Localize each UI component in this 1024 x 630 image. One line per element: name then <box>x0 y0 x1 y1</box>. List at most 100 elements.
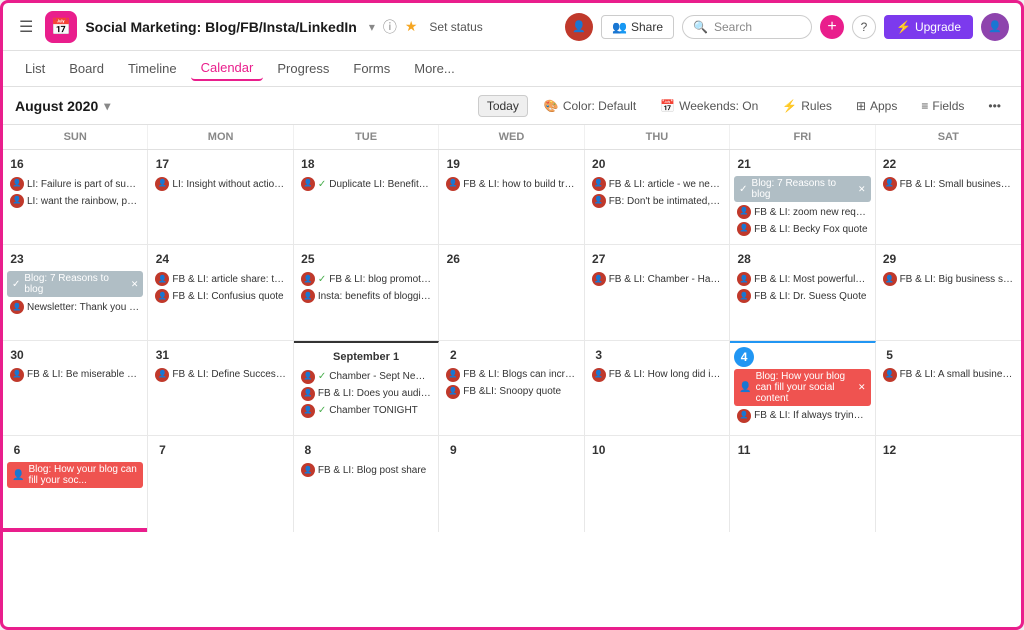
color-toggle[interactable]: 🎨 Color: Default <box>536 96 644 116</box>
close-icon-23[interactable]: ✕ <box>131 279 139 290</box>
event[interactable]: 👤 FB & LI: zoom new requirements <box>734 204 870 220</box>
event[interactable]: 👤 FB & LI: If always trying to be normal… <box>734 408 870 424</box>
event[interactable]: 👤 FB &LI: Snoopy quote <box>443 384 579 400</box>
calendar-body: 16 👤 LI: Failure is part of success. 👤 L… <box>3 150 1021 627</box>
apps-icon: ⊞ <box>856 99 866 113</box>
event[interactable]: 👤 Newsletter: Thank you to Janan -... <box>7 299 143 315</box>
span-event-text-fill: Blog: How your blog can fill your social… <box>756 371 854 404</box>
cal-cell-18: 18 👤 ✓ Duplicate LI: Benefits of an edit… <box>294 150 439 244</box>
event[interactable]: 👤 FB: Don't be intimated, do thing... <box>589 193 725 209</box>
event[interactable]: 👤 FB & LI: Define Success on Your o... <box>152 367 288 383</box>
event[interactable]: 👤 FB & LI: Be miserable or motivate your… <box>7 367 143 383</box>
hamburger-icon[interactable]: ☰ <box>15 13 37 41</box>
cal-cell-26: 26 <box>439 245 584 339</box>
event[interactable]: 👤 LI: Failure is part of success. <box>7 176 143 192</box>
month-chevron-icon[interactable]: ▾ <box>104 99 110 113</box>
event[interactable]: 👤 FB & LI: How long did it take you to..… <box>589 367 725 383</box>
share-button[interactable]: 👥 Share <box>601 15 674 39</box>
event-text: LI: want the rainbow, put up with the ra… <box>27 195 140 208</box>
event[interactable]: 👤 ✓ Chamber TONIGHT <box>298 403 434 419</box>
nav-timeline[interactable]: Timeline <box>118 57 187 80</box>
event[interactable]: 👤 ✓ Duplicate LI: Benefits of an editori… <box>298 176 434 192</box>
cal-row-3: 30 👤 FB & LI: Be miserable or motivate y… <box>3 341 1021 436</box>
event[interactable]: 👤 FB & LI: Does you audience know... <box>298 386 434 402</box>
event[interactable]: 👤 FB & LI: Big business starts small <box>880 271 1017 287</box>
event[interactable]: 👤 FB & LI: Chamber - Have you bought... <box>589 271 725 287</box>
span-event-close-icon[interactable]: ✕ <box>858 184 866 195</box>
cal-cell-23: 23 ✓ Blog: 7 Reasons to blog ✕ 👤 Newslet… <box>3 245 148 339</box>
info-icon[interactable]: ⓘ <box>383 17 397 37</box>
bottom-indicator <box>3 528 147 532</box>
color-icon: 🎨 <box>544 99 559 113</box>
cal-cell-sep7: 7 <box>148 436 293 531</box>
nav-forms[interactable]: Forms <box>343 57 400 80</box>
span-event-blog-fill[interactable]: 👤 Blog: How your blog can fill your soci… <box>734 369 870 406</box>
nav-more[interactable]: More... <box>404 57 464 80</box>
event[interactable]: 👤 FB & LI: article share: things people … <box>152 271 288 287</box>
event-text: Insta: benefits of blogging <box>318 290 431 303</box>
event[interactable]: 👤 LI: Insight without action is useless. <box>152 176 288 192</box>
event-text: FB & LI: Confusius quote <box>172 290 285 303</box>
event[interactable]: 👤 FB & LI: Blogs can increase traffic to… <box>443 367 579 383</box>
event[interactable]: 👤 FB & LI: Blog post share <box>298 462 434 478</box>
cal-cell-29: 29 👤 FB & LI: Big business starts small <box>876 245 1021 339</box>
avatar: 👤 <box>155 272 169 286</box>
event[interactable]: 👤 FB & LI: Dr. Suess Quote <box>734 288 870 304</box>
span-check-icon: ✓ <box>739 184 747 195</box>
avatar: 👤 <box>155 368 169 382</box>
event[interactable]: 👤 ✓ Chamber - Sept Newsletter <box>298 369 434 385</box>
day-sep2: 2 <box>443 345 463 365</box>
cal-cell-21: 21 ✓ Blog: 7 Reasons to blog ✕ 👤 FB & LI… <box>730 150 875 244</box>
cal-cell-sep10: 10 <box>585 436 730 531</box>
set-status[interactable]: Set status <box>429 20 482 34</box>
avatar: 👤 <box>301 370 315 384</box>
close-icon-fill[interactable]: ✕ <box>858 382 866 393</box>
event[interactable]: 👤 FB & LI: how to build trust <box>443 176 579 192</box>
month-nav[interactable]: August 2020 ▾ <box>15 98 110 114</box>
check-icon: ✓ <box>318 370 326 383</box>
check-icon: ✓ <box>318 404 326 417</box>
upgrade-icon: ⚡ <box>896 20 911 34</box>
upgrade-button[interactable]: ⚡ Upgrade <box>884 15 973 39</box>
more-icon: ••• <box>988 99 1001 113</box>
share-icon: 👥 <box>612 20 627 34</box>
event[interactable]: 👤 FB & LI: A small business is an... <box>880 367 1017 383</box>
user-avatar[interactable]: 👤 <box>981 13 1009 41</box>
event[interactable]: 👤 LI: want the rainbow, put up with the … <box>7 193 143 209</box>
avatar: 👤 <box>737 409 751 423</box>
more-options-button[interactable]: ••• <box>980 96 1009 116</box>
day-30: 30 <box>7 345 27 365</box>
star-icon[interactable]: ★ <box>405 18 418 35</box>
day-sep9: 9 <box>443 440 463 460</box>
day-27: 27 <box>589 249 609 269</box>
nav-progress[interactable]: Progress <box>267 57 339 80</box>
event-text: FB & LI: Small business backbone... <box>900 178 1014 191</box>
project-title: Social Marketing: Blog/FB/Insta/LinkedIn <box>85 19 356 35</box>
weekends-toggle[interactable]: 📅 Weekends: On <box>652 96 766 116</box>
today-button[interactable]: Today <box>478 95 528 117</box>
add-button[interactable]: + <box>820 15 844 39</box>
title-chevron-icon[interactable]: ▾ <box>369 20 375 34</box>
nav-list[interactable]: List <box>15 57 55 80</box>
check-icon: ✓ <box>318 273 326 286</box>
event[interactable]: 👤 FB & LI: Most powerful words in... <box>734 271 870 287</box>
fields-button[interactable]: ≡ Fields <box>913 96 972 116</box>
check-icon: ✓ <box>318 178 326 191</box>
event[interactable]: 👤 ✓ FB & LI: blog promotion <box>298 271 434 287</box>
event[interactable]: 👤 Insta: benefits of blogging <box>298 288 434 304</box>
event[interactable]: 👤 FB & LI: Small business backbone... <box>880 176 1017 192</box>
span-event-blog-reasons[interactable]: ✓ Blog: 7 Reasons to blog ✕ <box>734 176 870 202</box>
overflow-event[interactable]: 👤 Blog: How your blog can fill your soc.… <box>7 462 143 488</box>
search-box[interactable]: 🔍 Search <box>682 15 812 39</box>
nav-calendar[interactable]: Calendar <box>191 56 264 81</box>
help-icon[interactable]: ? <box>852 15 876 39</box>
event-text: FB & LI: how to build trust <box>463 178 576 191</box>
nav-board[interactable]: Board <box>59 57 114 80</box>
span-event-blog-23[interactable]: ✓ Blog: 7 Reasons to blog ✕ <box>7 271 143 297</box>
apps-button[interactable]: ⊞ Apps <box>848 96 905 116</box>
event[interactable]: 👤 FB & LI: Confusius quote <box>152 288 288 304</box>
rules-button[interactable]: ⚡ Rules <box>774 96 840 116</box>
calendar-header: Sun Mon Tue Wed Thu Fri Sat <box>3 125 1021 150</box>
event[interactable]: 👤 FB & LI: Becky Fox quote <box>734 221 870 237</box>
event[interactable]: 👤 FB & LI: article - we need quiet refle… <box>589 176 725 192</box>
